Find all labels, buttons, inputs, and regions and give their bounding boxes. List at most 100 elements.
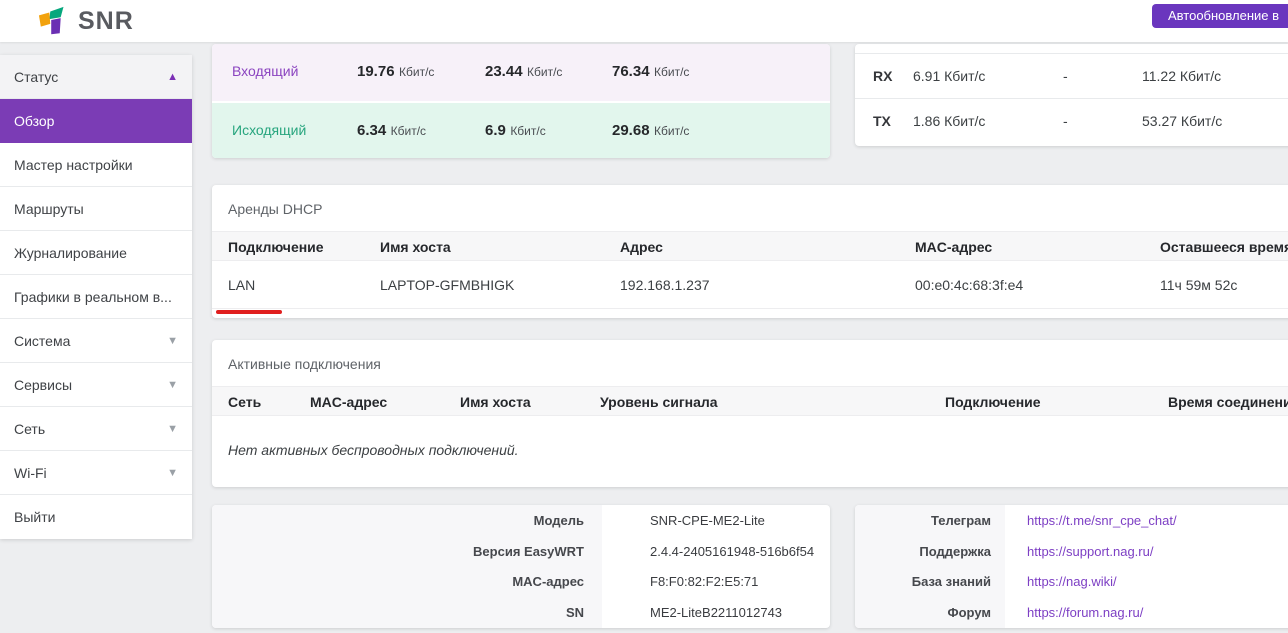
column-header: Имя хоста <box>460 387 531 417</box>
sidebar: Статус ▲ Обзор Мастер настройки Маршруты… <box>0 55 192 539</box>
logo-text: SNR <box>78 7 134 36</box>
sidebar-item-realtime-graphs[interactable]: Графики в реальном в... <box>0 275 192 319</box>
snr-logo-icon <box>38 5 72 37</box>
traffic-summary-card: Входящий 19.76 Кбит/с 23.44 Кбит/с 76.34… <box>212 44 830 158</box>
sidebar-item-logout[interactable]: Выйти <box>0 495 192 539</box>
support-link[interactable]: https://support.nag.ru/ <box>1027 544 1153 559</box>
rx-label: RX <box>873 54 892 99</box>
table-row: Версия EasyWRT 2.4.4-2405161948-516b6f54 <box>212 536 830 567</box>
table-row: SN ME2-LiteB2211012743 <box>212 597 830 628</box>
incoming-value: 76.34 Кбит/с <box>612 44 689 100</box>
annotation-red-underline <box>216 310 282 314</box>
sidebar-item-label: Сервисы <box>14 377 72 393</box>
interface-rxtx-card: RX 6.91 Кбит/с - 11.22 Кбит/с TX 1.86 Кб… <box>855 44 1288 146</box>
chevron-down-icon: ▼ <box>167 379 178 391</box>
chevron-down-icon: ▼ <box>167 423 178 435</box>
knowledge-base-link[interactable]: https://nag.wiki/ <box>1027 574 1117 589</box>
forum-label: Форум <box>855 597 1005 628</box>
firmware-version-value: 2.4.4-2405161948-516b6f54 <box>602 544 814 559</box>
sidebar-item-system[interactable]: Система ▼ <box>0 319 192 363</box>
sidebar-item-logging[interactable]: Журналирование <box>0 231 192 275</box>
column-header: Адрес <box>620 232 663 262</box>
outgoing-value: 6.34 Кбит/с <box>357 103 426 158</box>
table-row: TX 1.86 Кбит/с - 53.27 Кбит/с <box>855 99 1288 145</box>
sidebar-item-label: Маршруты <box>14 201 84 217</box>
dhcp-connection-cell[interactable]: LAN <box>228 261 255 309</box>
telegram-label: Телеграм <box>855 505 1005 536</box>
sidebar-item-setup-wizard[interactable]: Мастер настройки <box>0 143 192 187</box>
device-mac-value: F8:F0:82:F2:E5:71 <box>602 574 758 589</box>
sidebar-item-label: Обзор <box>14 113 54 129</box>
rx-value: - <box>1063 54 1068 99</box>
dhcp-table-header: Подключение Имя хоста Адрес MAC-адрес Ос… <box>212 231 1288 261</box>
sidebar-item-network[interactable]: Сеть ▼ <box>0 407 192 451</box>
forum-link[interactable]: https://forum.nag.ru/ <box>1027 605 1143 620</box>
sidebar-item-label: Статус <box>14 69 58 85</box>
column-header: Имя хоста <box>380 232 451 262</box>
table-row: Поддержка https://support.nag.ru/ <box>855 536 1288 567</box>
support-links-card: Телеграм https://t.me/snr_cpe_chat/ Подд… <box>855 505 1288 628</box>
incoming-value: 19.76 Кбит/с <box>357 44 434 100</box>
table-row: MAC-адрес F8:F0:82:F2:E5:71 <box>212 567 830 598</box>
outgoing-value: 29.68 Кбит/с <box>612 103 689 158</box>
tx-value: 1.86 Кбит/с <box>913 99 985 144</box>
sidebar-item-label: Wi-Fi <box>14 465 47 481</box>
column-header: Подключение <box>228 232 324 262</box>
table-row: LAN LAPTOP-GFMBHIGK 192.168.1.237 00:e0:… <box>212 261 1288 309</box>
outgoing-label: Исходящий <box>232 103 306 158</box>
snr-logo: SNR <box>38 5 134 37</box>
serial-number-value: ME2-LiteB2211012743 <box>602 605 782 620</box>
dhcp-hostname-cell: LAPTOP-GFMBHIGK <box>380 261 514 309</box>
dhcp-address-cell: 192.168.1.237 <box>620 261 710 309</box>
autoupdate-button[interactable]: Автообновление в <box>1152 4 1288 28</box>
sidebar-item-label: Мастер настройки <box>14 157 133 173</box>
table-row: RX 6.91 Кбит/с - 11.22 Кбит/с <box>855 54 1288 99</box>
chevron-down-icon: ▼ <box>167 467 178 479</box>
column-header: Время соединения <box>1168 387 1288 417</box>
active-connections-card: Активные подключения Сеть MAC-адрес Имя … <box>212 340 1288 487</box>
no-connections-message: Нет активных беспроводных подключений. <box>212 442 1288 458</box>
sidebar-item-label: Графики в реальном в... <box>14 289 172 305</box>
tx-label: TX <box>873 99 891 144</box>
rx-value: 6.91 Кбит/с <box>913 54 985 99</box>
sidebar-item-overview[interactable]: Обзор <box>0 99 192 143</box>
dhcp-mac-cell: 00:e0:4c:68:3f:e4 <box>915 261 1023 309</box>
table-row: Форум https://forum.nag.ru/ <box>855 597 1288 628</box>
connections-table-header: Сеть MAC-адрес Имя хоста Уровень сигнала… <box>212 386 1288 416</box>
column-header: Оставшееся время аренды <box>1160 232 1288 262</box>
chevron-down-icon: ▼ <box>167 335 178 347</box>
column-header: Подключение <box>945 387 1041 417</box>
device-mac-label: MAC-адрес <box>212 567 602 598</box>
sidebar-item-label: Журналирование <box>14 245 127 261</box>
table-row: База знаний https://nag.wiki/ <box>855 567 1288 598</box>
firmware-version-label: Версия EasyWRT <box>212 536 602 567</box>
sidebar-item-status[interactable]: Статус ▲ <box>0 55 192 99</box>
table-row: Модель SNR-CPE-ME2-Lite <box>212 505 830 536</box>
knowledge-base-label: База знаний <box>855 567 1005 598</box>
telegram-link[interactable]: https://t.me/snr_cpe_chat/ <box>1027 513 1177 528</box>
sidebar-item-services[interactable]: Сервисы ▼ <box>0 363 192 407</box>
clipped-row <box>855 44 1288 54</box>
incoming-value: 23.44 Кбит/с <box>485 44 562 100</box>
tx-value: - <box>1063 99 1068 144</box>
sidebar-item-label: Сеть <box>14 421 45 437</box>
dhcp-card-title: Аренды DHCP <box>212 185 1288 231</box>
column-header: MAC-адрес <box>915 232 992 262</box>
incoming-label: Входящий <box>232 44 298 99</box>
sidebar-item-label: Выйти <box>14 509 55 525</box>
table-row: Телеграм https://t.me/snr_cpe_chat/ <box>855 505 1288 536</box>
top-header: SNR Автообновление в <box>0 0 1288 42</box>
device-model-label: Модель <box>212 505 602 536</box>
support-label: Поддержка <box>855 536 1005 567</box>
table-row: Входящий 19.76 Кбит/с 23.44 Кбит/с 76.34… <box>212 44 830 101</box>
connections-card-title: Активные подключения <box>212 340 1288 386</box>
serial-number-label: SN <box>212 597 602 628</box>
outgoing-value: 6.9 Кбит/с <box>485 103 546 158</box>
table-row: Исходящий 6.34 Кбит/с 6.9 Кбит/с 29.68 К… <box>212 101 830 158</box>
sidebar-item-wifi[interactable]: Wi-Fi ▼ <box>0 451 192 495</box>
column-header: MAC-адрес <box>310 387 387 417</box>
dhcp-lease-time-cell: 11ч 59м 52с <box>1160 261 1237 309</box>
tx-value: 53.27 Кбит/с <box>1142 99 1222 144</box>
device-model-value: SNR-CPE-ME2-Lite <box>602 513 765 528</box>
sidebar-item-routes[interactable]: Маршруты <box>0 187 192 231</box>
